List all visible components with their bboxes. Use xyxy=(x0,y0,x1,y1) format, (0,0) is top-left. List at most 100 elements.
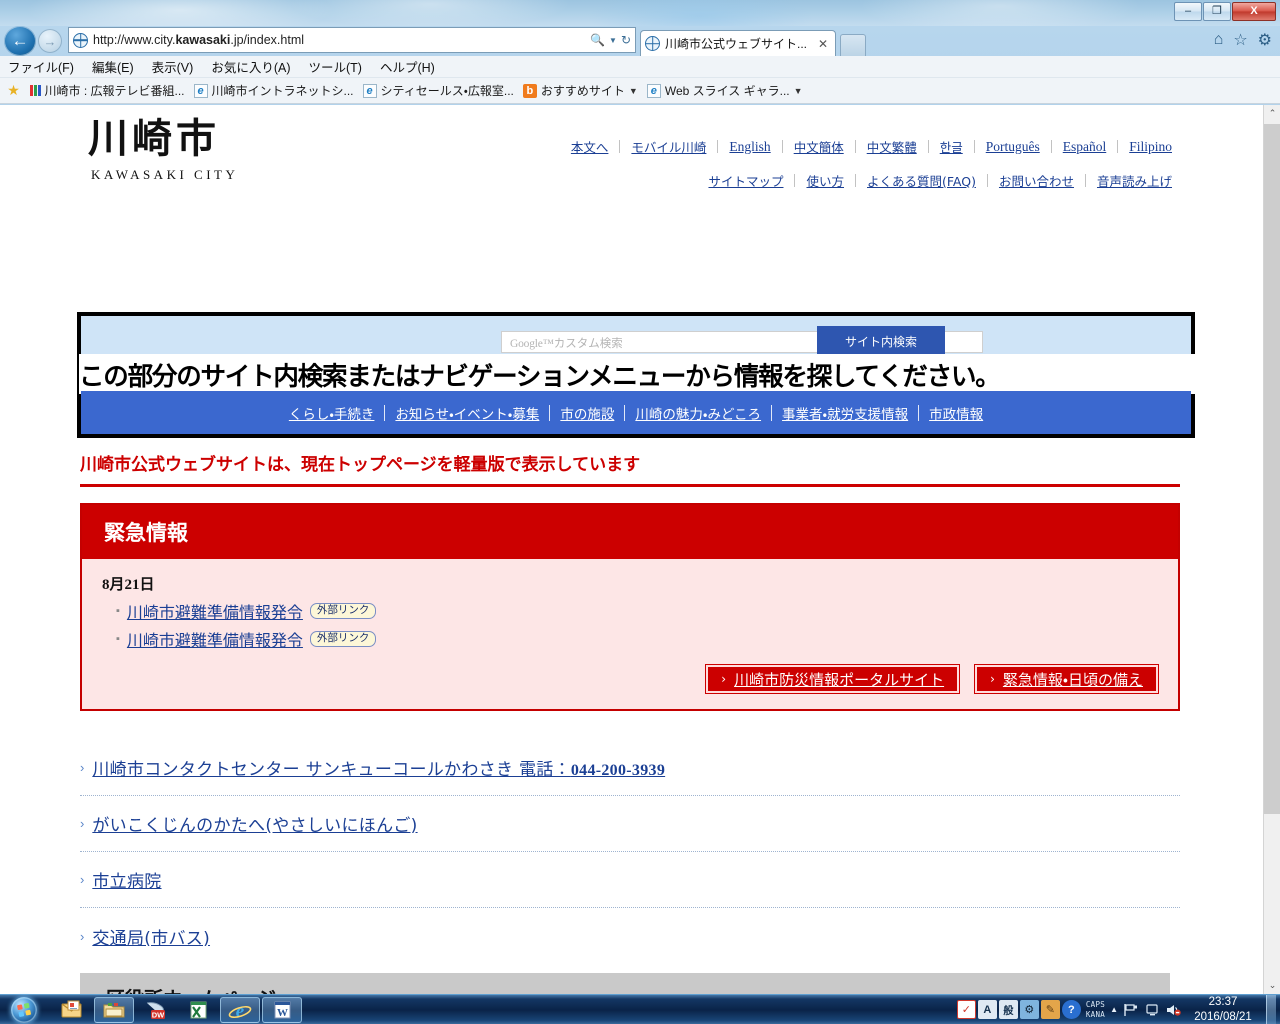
restore-button[interactable]: ❐ xyxy=(1203,2,1231,21)
menu-item-file[interactable]: ファイル(F) xyxy=(8,57,74,76)
home-icon[interactable]: ⌂ xyxy=(1214,31,1224,49)
close-button[interactable]: X xyxy=(1232,2,1276,21)
favorites-star-icon[interactable]: ☆ xyxy=(1233,30,1247,50)
link-mobile-kawasaki[interactable]: モバイル川崎 xyxy=(620,137,717,156)
emergency-link-1[interactable]: 川崎市避難準備情報発令 xyxy=(127,599,303,623)
taskbar-explorer-button[interactable] xyxy=(94,996,134,1023)
vertical-scrollbar[interactable]: ⌃ ⌄ xyxy=(1263,105,1280,994)
favorite-item-suggested-sites[interactable]: b おすすめサイト ▼ xyxy=(522,82,638,99)
add-favorite-star-icon[interactable]: ★ xyxy=(6,83,21,98)
bullet-icon: ▪ xyxy=(116,605,120,617)
ime-pencilbox-icon[interactable]: ✎ xyxy=(1040,1000,1060,1019)
shield-icon[interactable]: ✓ xyxy=(956,1000,976,1019)
list-item: ▪ 川崎市避難準備情報発令 外部リンク xyxy=(116,599,1158,623)
clock[interactable]: 23:37 2016/08/21 xyxy=(1187,995,1259,1024)
link-contact[interactable]: お問い合わせ xyxy=(988,171,1085,190)
link-municipal-hospital[interactable]: 市立病院 xyxy=(92,867,161,892)
link-label: 川崎市コンタクトセンター サンキューコールかわさき 電話： xyxy=(92,760,571,780)
chevron-right-icon: › xyxy=(80,760,85,775)
search-icon[interactable]: 🔍 xyxy=(590,33,605,47)
tab-title: 川崎市公式ウェブサイト... xyxy=(665,37,808,51)
new-tab-button[interactable] xyxy=(840,34,866,56)
ime-help-icon[interactable]: ? xyxy=(1061,1000,1081,1019)
tray-overflow-icon[interactable]: ▲ xyxy=(1110,1005,1118,1014)
network-flag-icon[interactable] xyxy=(1123,1003,1139,1017)
address-bar[interactable]: http://www.city.kawasaki.jp/index.html 🔍… xyxy=(68,27,636,53)
ime-alpha-indicator[interactable]: A xyxy=(977,1000,997,1019)
menu-item-view[interactable]: 表示(V) xyxy=(152,57,194,76)
taskbar-excel-button[interactable] xyxy=(178,997,218,1023)
link-transportation-bureau[interactable]: 交通局(市バス) xyxy=(92,924,210,949)
back-button[interactable]: ← xyxy=(4,26,36,56)
menu-item-edit[interactable]: 編集(E) xyxy=(92,57,134,76)
link-chinese-simplified[interactable]: 中文簡体 xyxy=(783,137,855,156)
minimize-button[interactable]: – xyxy=(1174,2,1202,21)
link-for-foreign-residents[interactable]: がいこくじんのかたへ(やさしいにほんご) xyxy=(92,811,417,836)
favorite-item-kouhou-tv[interactable]: 川崎市 : 広報テレビ番組... xyxy=(30,82,185,99)
chevron-down-icon[interactable]: ▼ xyxy=(609,36,617,45)
address-bar-url: http://www.city.kawasaki.jp/index.html xyxy=(93,33,305,47)
link-english[interactable]: English xyxy=(718,139,781,155)
ime-indicator-group[interactable]: ✓ A 般 ⚙ ✎ ? xyxy=(956,1000,1081,1019)
scroll-down-icon[interactable]: ⌄ xyxy=(1264,977,1280,994)
site-logo[interactable]: 川崎市 KAWASAKI CITY xyxy=(88,119,238,183)
taskbar-dreamweaver-button[interactable]: DW xyxy=(136,997,176,1023)
disaster-portal-button[interactable]: › 川崎市防災情報ポータルサイト xyxy=(705,664,961,694)
link-korean[interactable]: 한글 xyxy=(929,137,974,156)
menu-item-help[interactable]: ヘルプ(H) xyxy=(380,57,435,76)
nav-item-kurashi[interactable]: くらし・手続き xyxy=(279,403,385,423)
site-search-button[interactable]: サイト内検索 xyxy=(817,326,945,357)
chevron-down-icon[interactable]: ▼ xyxy=(629,86,638,96)
show-desktop-button[interactable] xyxy=(1266,994,1276,1024)
nav-item-city-administration[interactable]: 市政情報 xyxy=(919,403,993,423)
ime-mode-indicator[interactable]: 般 xyxy=(998,1000,1018,1019)
search-placeholder-text: カスタム検索 xyxy=(553,336,623,350)
menu-item-favorites[interactable]: お気に入り(A) xyxy=(211,57,290,76)
taskbar-word-button[interactable]: W xyxy=(262,996,302,1023)
tab-kawasaki-city[interactable]: 川崎市公式ウェブサイト... ✕ xyxy=(640,30,836,56)
chevron-down-icon[interactable]: ▼ xyxy=(794,86,803,96)
menu-item-tools[interactable]: ツール(T) xyxy=(308,57,361,76)
volume-muted-icon[interactable] xyxy=(1165,1003,1182,1017)
taskbar-mail-button[interactable] xyxy=(52,997,92,1023)
browser-toolbar-icons: ⌂ ☆ ⚙ xyxy=(1214,30,1272,50)
favorite-item-citysales[interactable]: e シティセールス・広報室... xyxy=(362,82,514,99)
nav-item-business-employment[interactable]: 事業者・就労支援情報 xyxy=(772,403,918,423)
settings-gear-icon[interactable]: ⚙ xyxy=(1258,30,1272,50)
nav-item-city-facilities[interactable]: 市の施設 xyxy=(550,403,624,423)
taskbar-app-list: DW e W xyxy=(52,996,302,1023)
start-button[interactable] xyxy=(0,995,48,1024)
ime-tool-icon[interactable]: ⚙ xyxy=(1019,1000,1039,1019)
emergency-preparedness-button[interactable]: › 緊急情報・日頃の備え xyxy=(974,664,1159,694)
link-spanish[interactable]: Español xyxy=(1052,139,1118,155)
favorite-item-intranet[interactable]: e 川崎市イントラネットシ... xyxy=(193,82,354,99)
nav-item-attractions[interactable]: 川崎の魅力・みどころ xyxy=(625,403,771,423)
link-text-to-speech[interactable]: 音声読み上げ xyxy=(1086,171,1183,190)
scroll-up-icon[interactable]: ⌃ xyxy=(1264,105,1280,122)
refresh-icon[interactable]: ↻ xyxy=(621,33,631,47)
link-sitemap[interactable]: サイトマップ xyxy=(697,171,794,190)
link-chinese-traditional[interactable]: 中文繁體 xyxy=(856,137,928,156)
windows-logo-icon xyxy=(11,996,37,1023)
svg-text:DW: DW xyxy=(152,1010,165,1019)
favorite-item-web-slice-gallery[interactable]: e Web スライス ギャラ... ▼ xyxy=(646,82,803,99)
link-filipino[interactable]: Filipino xyxy=(1118,139,1183,155)
forward-button[interactable]: → xyxy=(38,29,62,53)
link-honbun[interactable]: 本文へ xyxy=(560,137,620,156)
excel-icon xyxy=(190,1001,207,1018)
lightweight-mode-notice: 川崎市公式ウェブサイトは、現在トップページを軽量版で表示しています xyxy=(80,450,1180,487)
caps-kana-indicator: CAPS KANA xyxy=(1086,1000,1105,1019)
nav-item-news-events[interactable]: お知らせ・イベント・募集 xyxy=(385,403,549,423)
scrollbar-thumb[interactable] xyxy=(1264,124,1280,814)
link-portuguese[interactable]: Português xyxy=(975,139,1051,155)
display-icon[interactable] xyxy=(1144,1003,1160,1017)
taskbar-internet-explorer-button[interactable]: e xyxy=(220,996,260,1023)
favorite-label: Web スライス ギャラ... xyxy=(664,84,790,98)
svg-text:W: W xyxy=(277,1007,288,1019)
link-faq[interactable]: よくある質問(FAQ) xyxy=(856,171,987,190)
emergency-link-2[interactable]: 川崎市避難準備情報発令 xyxy=(127,627,303,651)
link-how-to-use[interactable]: 使い方 xyxy=(795,171,855,190)
chevron-right-icon: › xyxy=(990,672,995,686)
tab-close-icon[interactable]: ✕ xyxy=(815,37,831,51)
link-contact-center[interactable]: 川崎市コンタクトセンター サンキューコールかわさき 電話：044-200-393… xyxy=(92,755,665,780)
